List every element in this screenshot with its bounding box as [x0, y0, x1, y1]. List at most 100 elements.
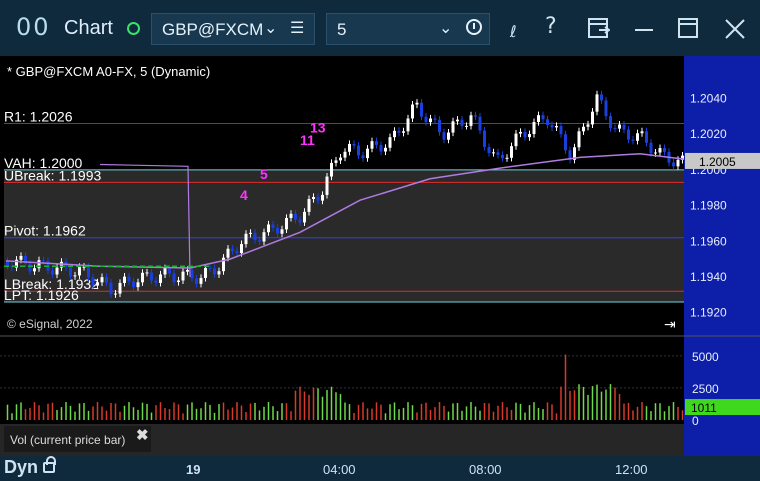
- candle-body: [141, 272, 144, 283]
- candle-body: [676, 159, 680, 167]
- volume-tick-label: 5000: [692, 350, 719, 364]
- app-logo-icon: 00: [16, 13, 51, 41]
- dynamic-mode-label[interactable]: Dyn: [4, 457, 38, 478]
- interval-value[interactable]: 5: [337, 20, 346, 40]
- time-label: 08:00: [469, 462, 502, 477]
- candle-body: [474, 115, 477, 117]
- candle-body: [483, 130, 486, 147]
- candle-body: [411, 104, 414, 119]
- candle-body: [636, 133, 639, 141]
- candle-body: [415, 102, 419, 105]
- sequence-count-label: 11: [300, 132, 315, 148]
- candle-body: [244, 233, 248, 245]
- candle-body: [420, 102, 423, 117]
- candle-body: [73, 275, 77, 277]
- chevron-down-icon[interactable]: ⌄: [439, 18, 452, 38]
- candle-body: [541, 115, 545, 120]
- interval-input[interactable]: 5 ⌄: [326, 13, 490, 45]
- minimize-icon[interactable]: [633, 18, 655, 40]
- candle-body: [460, 119, 464, 126]
- candle-body: [285, 217, 288, 230]
- title-bar: 00 Chart GBP@FXCM ⌄ ☰ 5 ⌄ ℓ ?: [0, 0, 760, 56]
- candle-body: [96, 282, 99, 286]
- symbol-list-icon[interactable]: ☰: [290, 18, 304, 38]
- candle-body: [159, 274, 162, 283]
- price-tick-label: 1.1920: [690, 306, 727, 320]
- candle-body: [114, 293, 117, 295]
- copyright-watermark: © eSignal, 2022: [7, 317, 93, 331]
- candle-body: [258, 240, 261, 242]
- candle-body: [204, 267, 207, 278]
- candle-body: [537, 115, 540, 123]
- price-tick-label: 1.1940: [690, 270, 727, 284]
- chevron-down-icon[interactable]: ⌄: [264, 18, 277, 38]
- price-tick-label: 1.1960: [690, 234, 727, 248]
- candle-body: [123, 276, 126, 283]
- candle-body: [451, 121, 455, 133]
- draw-tool-icon[interactable]: ℓ: [510, 22, 517, 41]
- candle-body: [438, 119, 441, 133]
- candle-body: [163, 268, 167, 275]
- candle-body: [294, 213, 297, 220]
- volume-study-label[interactable]: Vol (current price bar) ✖: [4, 426, 151, 452]
- last-volume-label: 1011: [691, 401, 717, 415]
- candle-body: [402, 131, 405, 133]
- candle-body: [195, 278, 198, 284]
- candle-body: [447, 132, 450, 140]
- candle-body: [118, 282, 122, 294]
- level-label: Pivot: 1.1962: [4, 223, 86, 239]
- chart-area[interactable]: * GBP@FXCM A0-FX, 5 (Dynamic) R1: 1.2026 V…: [0, 56, 760, 456]
- price-tick-label: 1.1980: [690, 199, 727, 213]
- clock-icon[interactable]: [466, 19, 482, 35]
- candle-body: [456, 119, 459, 122]
- candle-body: [298, 219, 302, 223]
- last-price-label: 1.2005: [699, 155, 736, 169]
- candle-body: [658, 148, 662, 153]
- sequence-count-label: 5: [260, 166, 268, 182]
- candle-body: [312, 196, 315, 200]
- candle-body: [343, 151, 347, 158]
- maximize-icon[interactable]: [678, 18, 700, 40]
- symbol-input[interactable]: GBP@FXCM ⌄ ☰: [151, 13, 315, 45]
- candle-body: [618, 124, 621, 129]
- candle-body: [150, 272, 153, 281]
- candle-body: [523, 131, 527, 138]
- time-label: 04:00: [323, 462, 356, 477]
- level-label: R1: 1.2026: [4, 108, 73, 124]
- close-icon[interactable]: [724, 18, 746, 40]
- candle-body: [510, 146, 513, 158]
- price-chart[interactable]: * GBP@FXCM A0-FX, 5 (Dynamic) R1: 1.2026 V…: [0, 56, 760, 456]
- time-label: 12:00: [615, 462, 648, 477]
- time-axis-bar[interactable]: Dyn 19 04:00 08:00 12:00: [0, 456, 760, 481]
- candle-body: [51, 270, 54, 275]
- close-study-icon[interactable]: ✖: [136, 426, 149, 444]
- candle-body: [384, 147, 387, 152]
- page-layout-icon[interactable]: [588, 18, 610, 40]
- candle-body: [591, 111, 594, 125]
- candle-body: [190, 269, 194, 279]
- level-label: LPT: 1.1926: [4, 287, 79, 303]
- candle-body: [109, 282, 113, 295]
- candle-body: [87, 266, 90, 278]
- candle-body: [631, 139, 635, 141]
- candle-body: [564, 134, 567, 151]
- candle-body: [249, 232, 252, 234]
- price-tick-label: 1.2040: [690, 91, 727, 105]
- candle-body: [613, 128, 617, 130]
- candle-body: [348, 143, 351, 152]
- candle-body: [501, 154, 504, 159]
- candle-body: [280, 229, 284, 234]
- candle-body: [496, 152, 500, 155]
- candle-body: [609, 116, 612, 129]
- help-icon[interactable]: ?: [545, 14, 557, 39]
- candle-body: [208, 267, 212, 269]
- candle-body: [217, 271, 221, 275]
- candle-body: [627, 129, 630, 140]
- lock-icon[interactable]: [43, 456, 56, 473]
- candle-body: [105, 277, 108, 283]
- symbol-value[interactable]: GBP@FXCM: [162, 20, 263, 40]
- candle-body: [339, 157, 342, 161]
- candle-body: [663, 148, 666, 152]
- candle-body: [91, 277, 95, 286]
- window-title: Chart: [64, 17, 113, 39]
